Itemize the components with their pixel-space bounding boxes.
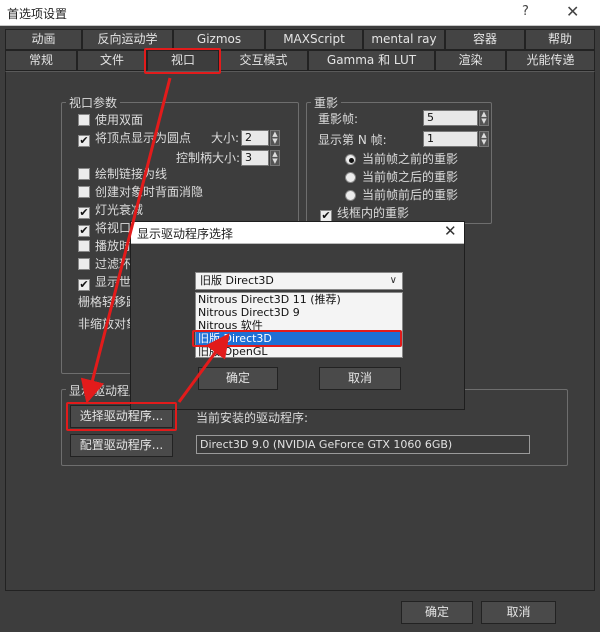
arrow-tab-to-button [80,77,172,404]
annotation-arrows [80,77,230,404]
arrow-button-to-option [177,333,230,403]
